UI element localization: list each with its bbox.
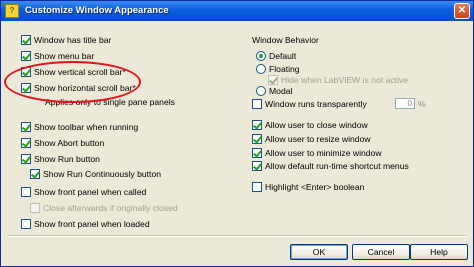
checkbox-box[interactable]	[21, 219, 31, 229]
checkbox-label: Show Run Continuously button	[43, 169, 162, 179]
checkbox-box[interactable]	[252, 99, 262, 109]
customize-window-dialog: ? Customize Window Appearance ✕ Window h…	[0, 0, 474, 267]
show-front-panel-when-loaded-checkbox[interactable]: Show front panel when loaded	[21, 219, 150, 229]
checkbox-label: Show front panel when called	[34, 187, 147, 197]
percent-unit: %	[418, 99, 426, 109]
show-run-continuously-checkbox[interactable]: Show Run Continuously button	[30, 169, 161, 179]
checkbox-box[interactable]	[252, 148, 262, 158]
checkbox-label: Show Run button	[34, 154, 100, 164]
radio-dot[interactable]	[256, 86, 266, 96]
show-menu-bar-checkbox[interactable]: Show menu bar	[21, 51, 94, 61]
transparency-value-field[interactable]: 0	[395, 98, 415, 109]
close-button[interactable]: ✕	[454, 3, 470, 19]
checkbox-label: Allow user to resize window	[265, 134, 371, 144]
dialog-title: Customize Window Appearance	[25, 5, 169, 16]
close-afterwards-checkbox: Close afterwards if originally closed	[30, 203, 178, 213]
checkbox-label: Hide when LabVIEW is not active	[281, 75, 409, 85]
checkbox-label: Show menu bar	[34, 51, 95, 61]
checkbox-label: Allow user to close window	[265, 120, 368, 130]
window-behavior-modal-radio[interactable]: Modal	[256, 86, 292, 96]
checkbox-label: Highlight <Enter> boolean	[265, 182, 365, 192]
red-annotation-ellipse	[4, 61, 141, 103]
checkbox-box[interactable]	[252, 134, 262, 144]
checkbox-label: Window runs transparently	[265, 99, 367, 109]
checkbox-label: Allow default run-time shortcut menus	[265, 161, 409, 171]
help-button[interactable]: Help	[410, 244, 468, 260]
checkbox-label: Window has title bar	[34, 35, 112, 45]
hide-when-not-active-checkbox: Hide when LabVIEW is not active	[268, 75, 408, 85]
highlight-enter-boolean-checkbox[interactable]: Highlight <Enter> boolean	[252, 182, 364, 192]
checkbox-box[interactable]	[21, 122, 31, 132]
checkbox-box	[268, 75, 278, 85]
checkbox-label: Show Abort button	[34, 138, 105, 148]
show-abort-button-checkbox[interactable]: Show Abort button	[21, 138, 104, 148]
checkbox-box[interactable]	[21, 187, 31, 197]
labview-app-icon: ?	[5, 4, 19, 18]
checkbox-box[interactable]	[21, 154, 31, 164]
radio-dot[interactable]	[256, 64, 266, 74]
checkbox-label: Allow user to minimize window	[265, 148, 382, 158]
window-has-title-bar-checkbox[interactable]: Window has title bar	[21, 35, 111, 45]
window-behavior-floating-radio[interactable]: Floating	[256, 64, 300, 74]
allow-minimize-window-checkbox[interactable]: Allow user to minimize window	[252, 148, 382, 158]
checkbox-box[interactable]	[21, 138, 31, 148]
show-run-button-checkbox[interactable]: Show Run button	[21, 154, 100, 164]
checkbox-box[interactable]	[21, 51, 31, 61]
checkbox-box[interactable]	[21, 35, 31, 45]
checkbox-box[interactable]	[252, 182, 262, 192]
button-separator	[7, 235, 467, 237]
radio-label: Floating	[269, 64, 300, 74]
radio-label: Default	[269, 51, 297, 61]
window-runs-transparently-checkbox[interactable]: Window runs transparently	[252, 99, 367, 109]
allow-close-window-checkbox[interactable]: Allow user to close window	[252, 120, 368, 130]
window-behavior-default-radio[interactable]: Default	[256, 51, 296, 61]
radio-dot[interactable]	[256, 51, 266, 61]
checkbox-label: Show toolbar when running	[34, 122, 139, 132]
window-behavior-heading: Window Behavior	[252, 35, 319, 45]
radio-label: Modal	[269, 86, 293, 96]
checkbox-box[interactable]	[30, 169, 40, 179]
show-toolbar-checkbox[interactable]: Show toolbar when running	[21, 122, 138, 132]
show-front-panel-when-called-checkbox[interactable]: Show front panel when called	[21, 187, 146, 197]
title-bar[interactable]: ? Customize Window Appearance ✕	[1, 1, 473, 21]
allow-shortcut-menus-checkbox[interactable]: Allow default run-time shortcut menus	[252, 161, 409, 171]
ok-button[interactable]: OK	[290, 244, 348, 260]
cancel-button[interactable]: Cancel	[352, 244, 410, 260]
checkbox-box	[30, 203, 40, 213]
checkbox-label: Close afterwards if originally closed	[43, 203, 178, 213]
checkbox-label: Show front panel when loaded	[34, 219, 150, 229]
checkbox-box[interactable]	[252, 161, 262, 171]
allow-resize-window-checkbox[interactable]: Allow user to resize window	[252, 134, 371, 144]
checkbox-box[interactable]	[252, 120, 262, 130]
